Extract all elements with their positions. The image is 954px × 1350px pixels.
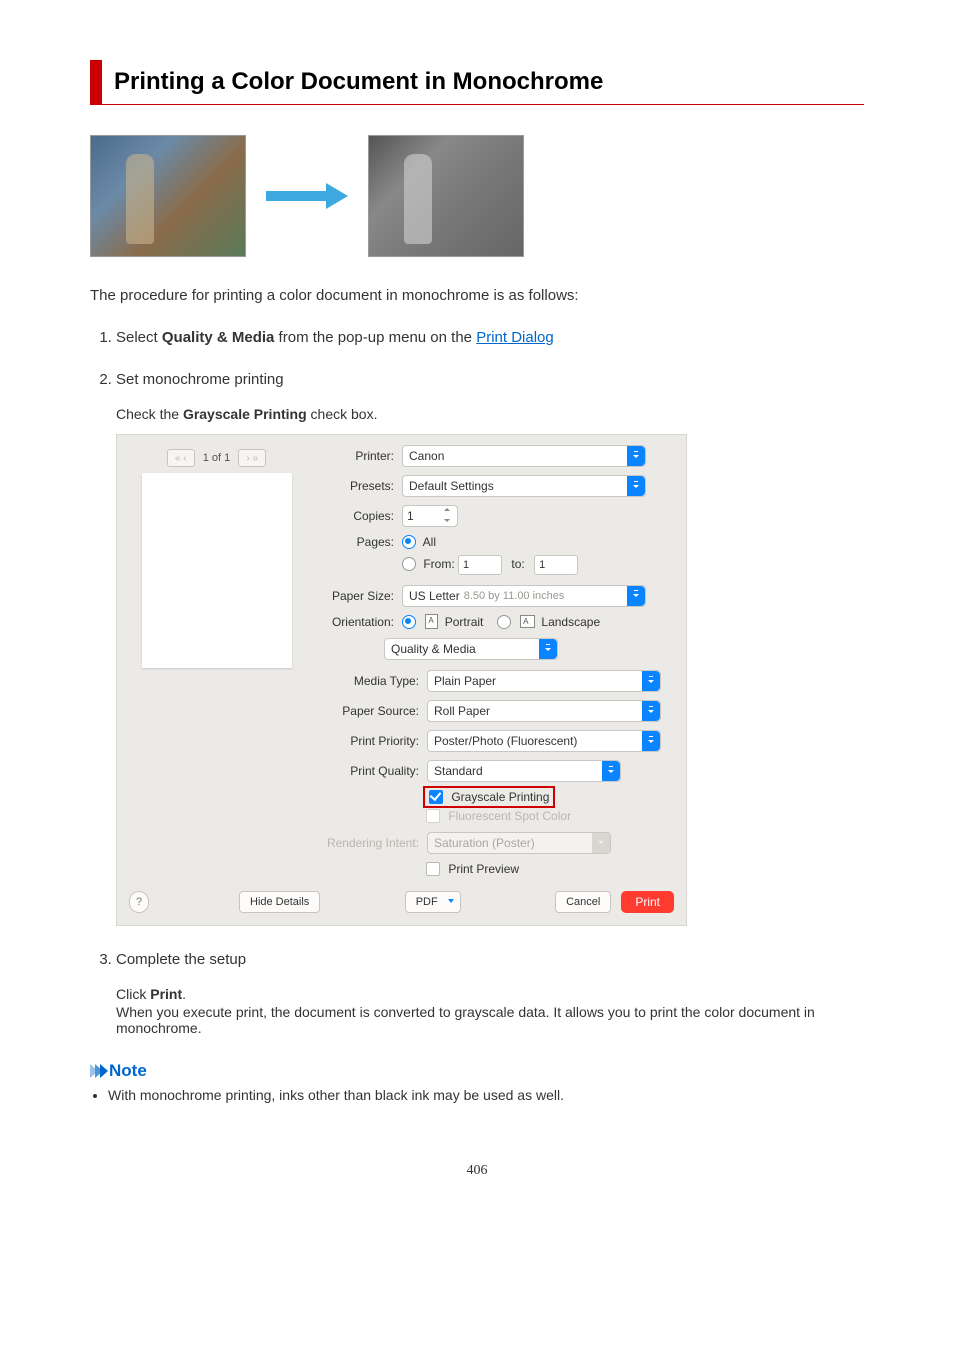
- orientation-label: Orientation:: [314, 615, 402, 629]
- pages-from-radio[interactable]: [402, 557, 416, 571]
- pages-all-label: All: [423, 535, 436, 549]
- chevron-down-icon: [627, 586, 645, 606]
- chevron-down-icon: [539, 639, 557, 659]
- grayscale-checkbox[interactable]: [429, 790, 443, 804]
- sample-mono-image: [368, 135, 524, 257]
- chevron-down-icon: [642, 671, 660, 691]
- section-value: Quality & Media: [391, 642, 476, 656]
- media-type-select[interactable]: Plain Paper: [427, 670, 661, 692]
- paper-size-value: US Letter: [409, 589, 460, 603]
- sample-color-image: [90, 135, 246, 257]
- note-head-text: Note: [109, 1061, 147, 1081]
- presets-label: Presets:: [314, 479, 402, 493]
- rendering-intent-value: Saturation (Poster): [434, 836, 535, 850]
- step1-text-b: from the pop-up menu on the: [274, 329, 476, 346]
- print-quality-value: Standard: [434, 764, 483, 778]
- hide-details-button[interactable]: Hide Details: [239, 891, 320, 913]
- chevron-down-icon: [592, 833, 610, 853]
- paper-source-value: Roll Paper: [434, 704, 490, 718]
- media-type-label: Media Type:: [314, 674, 427, 688]
- presets-value: Default Settings: [409, 479, 494, 493]
- chevron-down-icon: [642, 731, 660, 751]
- print-priority-value: Poster/Photo (Fluorescent): [434, 734, 577, 748]
- page-next-button[interactable]: › »: [238, 449, 266, 467]
- pages-all-radio[interactable]: [402, 535, 416, 549]
- step2-sub-b: check box.: [307, 406, 378, 422]
- pdf-button[interactable]: PDF: [405, 891, 461, 913]
- pages-from-label: From:: [423, 557, 454, 571]
- step1-bold: Quality & Media: [162, 329, 275, 346]
- page-first-button[interactable]: « ‹: [167, 449, 195, 467]
- section-select[interactable]: Quality & Media: [384, 638, 558, 660]
- print-priority-label: Print Priority:: [314, 734, 427, 748]
- step-2: Set monochrome printing Check the Graysc…: [116, 371, 864, 926]
- step-3: Complete the setup Click Print. When you…: [116, 951, 864, 1036]
- chevron-down-icon: [627, 446, 645, 466]
- paper-source-select[interactable]: Roll Paper: [427, 700, 661, 722]
- print-priority-select[interactable]: Poster/Photo (Fluorescent): [427, 730, 661, 752]
- chevron-down-icon: [627, 476, 645, 496]
- preview-sheet: [142, 473, 292, 668]
- pages-to-label: to:: [511, 557, 524, 571]
- step3-sub2: When you execute print, the document is …: [116, 1004, 864, 1036]
- pages-to-input[interactable]: 1: [534, 555, 578, 575]
- printer-label: Printer:: [314, 449, 402, 463]
- print-dialog-link[interactable]: Print Dialog: [476, 329, 554, 346]
- orientation-landscape-label: Landscape: [541, 615, 600, 629]
- media-type-value: Plain Paper: [434, 674, 496, 688]
- printer-select[interactable]: Canon: [402, 445, 646, 467]
- title-bar: Printing a Color Document in Monochrome: [90, 60, 864, 105]
- print-preview-checkbox[interactable]: [426, 862, 440, 876]
- paper-source-label: Paper Source:: [314, 704, 427, 718]
- print-button[interactable]: Print: [621, 891, 674, 913]
- intro-text: The procedure for printing a color docum…: [90, 287, 864, 304]
- print-dialog: « ‹ 1 of 1 › » Printer: Canon: [116, 434, 687, 926]
- help-button[interactable]: ?: [129, 891, 149, 913]
- print-preview-label: Print Preview: [448, 862, 519, 876]
- rendering-intent-select: Saturation (Poster): [427, 832, 611, 854]
- landscape-icon: [520, 615, 535, 628]
- copies-value: 1: [407, 509, 414, 523]
- step-1: Select Quality & Media from the pop-up m…: [116, 329, 864, 346]
- orientation-landscape-radio[interactable]: [497, 615, 511, 629]
- portrait-icon: [425, 614, 438, 629]
- chevron-down-icon: [602, 761, 620, 781]
- grayscale-highlight: Grayscale Printing: [426, 789, 552, 805]
- step1-text-a: Select: [116, 329, 162, 346]
- step2-head: Set monochrome printing: [116, 371, 284, 388]
- hero-images: [90, 135, 864, 257]
- presets-select[interactable]: Default Settings: [402, 475, 646, 497]
- fluorescent-label: Fluorescent Spot Color: [448, 809, 571, 823]
- page-number: 406: [90, 1163, 864, 1179]
- page-title: Printing a Color Document in Monochrome: [114, 68, 864, 96]
- step3-sub-b: .: [182, 986, 186, 1002]
- print-quality-label: Print Quality:: [314, 764, 427, 778]
- printer-value: Canon: [409, 449, 444, 463]
- orientation-portrait-label: Portrait: [445, 615, 484, 629]
- step3-sub-a: Click: [116, 986, 150, 1002]
- page-count: 1 of 1: [203, 452, 231, 464]
- step3-head: Complete the setup: [116, 951, 246, 968]
- copies-label: Copies:: [314, 509, 402, 523]
- note-heading: Note: [90, 1061, 864, 1081]
- pages-from-input[interactable]: 1: [458, 555, 502, 575]
- paper-size-sub: 8.50 by 11.00 inches: [464, 590, 565, 602]
- orientation-portrait-radio[interactable]: [402, 615, 416, 629]
- paper-size-label: Paper Size:: [314, 589, 402, 603]
- chevron-down-icon: [642, 701, 660, 721]
- pages-label: Pages:: [314, 535, 402, 549]
- step3-sub-bold: Print: [150, 986, 182, 1002]
- paper-size-select[interactable]: US Letter 8.50 by 11.00 inches: [402, 585, 646, 607]
- fluorescent-checkbox: [426, 809, 440, 823]
- grayscale-label: Grayscale Printing: [451, 790, 549, 804]
- copies-stepper[interactable]: 1: [402, 505, 458, 527]
- arrow-icon: [266, 183, 348, 209]
- step2-sub-a: Check the: [116, 406, 183, 422]
- note-chevron-icon: [90, 1064, 105, 1078]
- print-quality-select[interactable]: Standard: [427, 760, 621, 782]
- note-item: With monochrome printing, inks other tha…: [108, 1087, 864, 1103]
- rendering-intent-label: Rendering Intent:: [314, 836, 427, 850]
- cancel-button[interactable]: Cancel: [555, 891, 611, 913]
- step2-sub-bold: Grayscale Printing: [183, 406, 307, 422]
